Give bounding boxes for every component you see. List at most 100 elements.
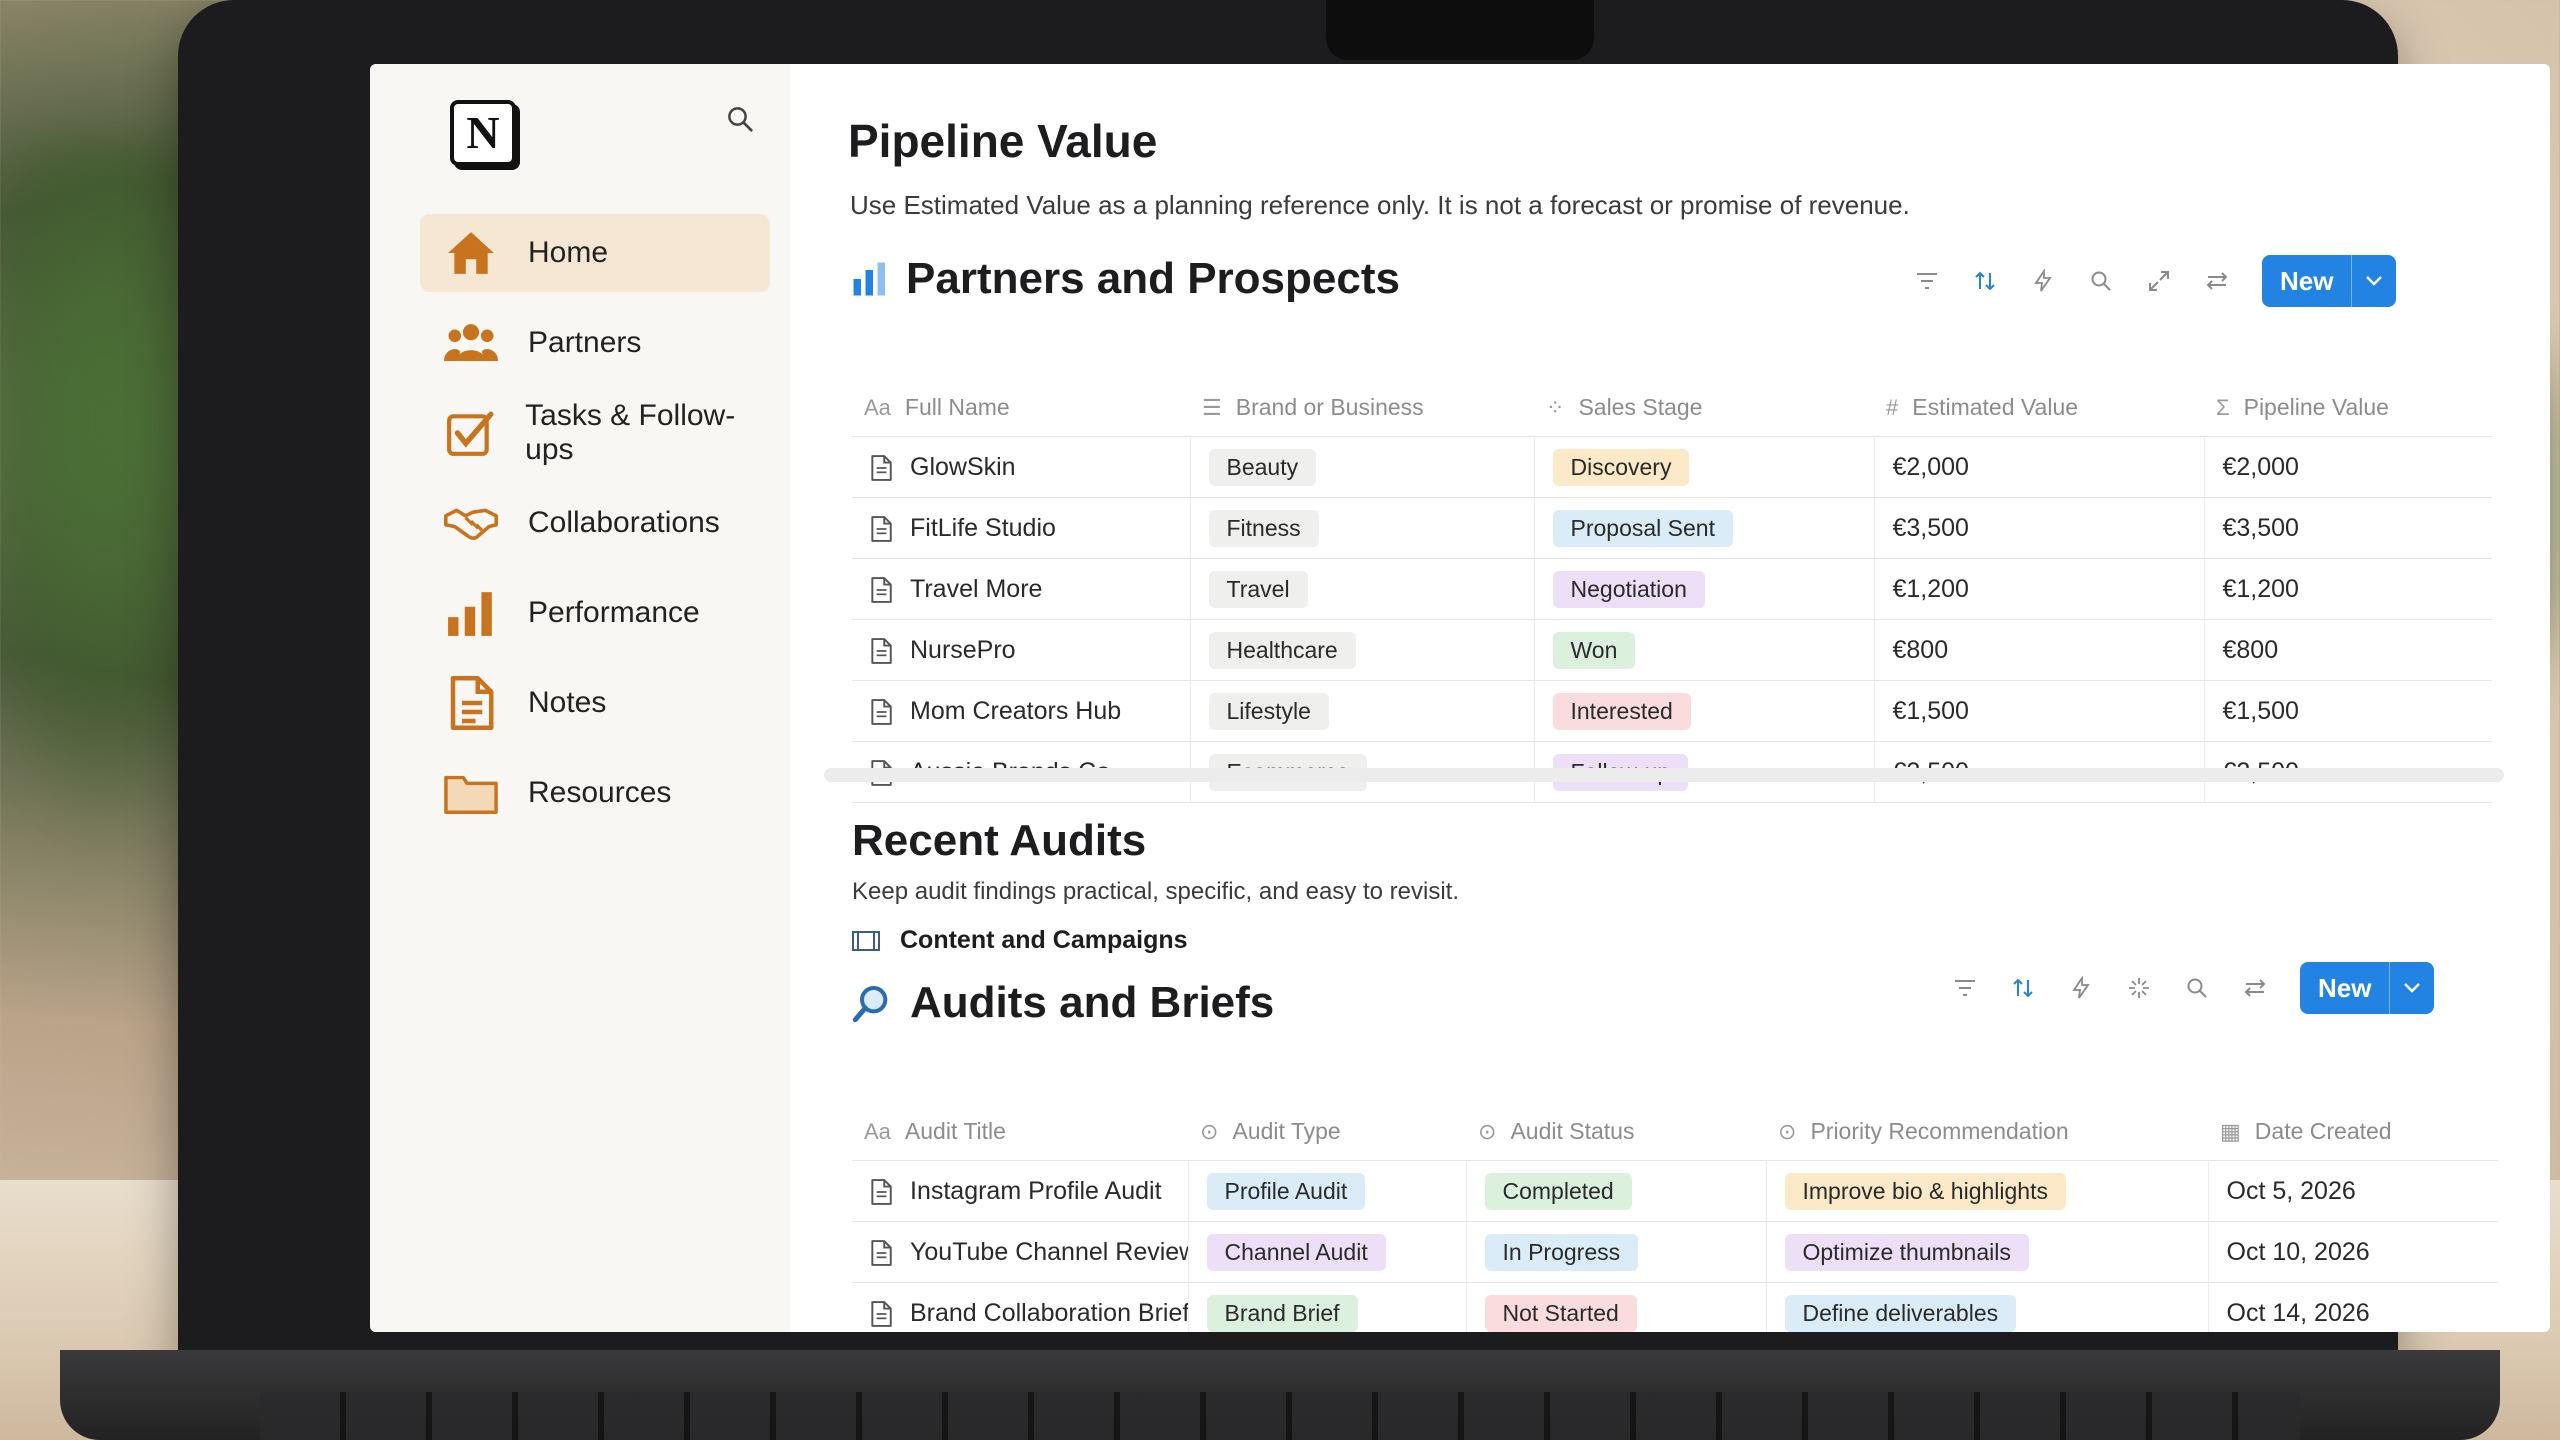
column-header-audit-type[interactable]: ⊙ Audit Type bbox=[1188, 1102, 1466, 1161]
sidebar-item-label: Home bbox=[528, 236, 609, 269]
page-icon bbox=[870, 1299, 910, 1327]
brand-tag: Lifestyle bbox=[1208, 692, 1329, 730]
cell-full-name[interactable]: FitLife Studio bbox=[852, 497, 1191, 559]
audits-table: Aa Audit Title ⊙ Audit Type ⊙ Audit Status … bbox=[852, 1102, 2498, 1332]
sidebar-item-tasks[interactable]: Tasks & Follow-ups bbox=[420, 394, 770, 472]
cell-sales-stage[interactable]: Proposal Sent bbox=[1534, 497, 1875, 559]
cell-full-name[interactable]: Travel More bbox=[852, 558, 1191, 620]
cell-priority[interactable]: Define deliverables bbox=[1766, 1282, 2209, 1332]
cell-sales-stage[interactable]: Discovery bbox=[1534, 436, 1875, 498]
table-row[interactable]: Brand Collaboration Brief Brand Brief Not … bbox=[852, 1282, 2498, 1332]
full-name-text: Mom Creators Hub bbox=[910, 696, 1122, 725]
sort-icon[interactable] bbox=[2010, 975, 2036, 1001]
cell-sales-stage[interactable]: Negotiation bbox=[1534, 558, 1875, 620]
search-icon[interactable] bbox=[725, 104, 765, 144]
cell-audit-type[interactable]: Profile Audit bbox=[1188, 1160, 1467, 1222]
cell-estimated-value[interactable]: €1,500 bbox=[1874, 680, 2205, 742]
cell-brand[interactable]: Beauty bbox=[1190, 436, 1535, 498]
new-record-button[interactable]: New bbox=[2262, 255, 2397, 307]
search-icon[interactable] bbox=[2184, 975, 2210, 1001]
chevron-down-icon[interactable] bbox=[2351, 255, 2396, 307]
bar-chart-icon bbox=[852, 261, 888, 297]
table-row[interactable]: Mom Creators Hub Lifestyle Interested €1,50… bbox=[852, 680, 2492, 742]
cell-date-created[interactable]: Oct 5, 2026 bbox=[2208, 1160, 2498, 1222]
table-row[interactable]: Instagram Profile Audit Profile Audit Comp… bbox=[852, 1160, 2498, 1222]
cell-brand[interactable]: Healthcare bbox=[1190, 619, 1535, 681]
page-icon bbox=[870, 636, 910, 664]
table-row[interactable]: NursePro Healthcare Won €800 €800 bbox=[852, 619, 2492, 681]
cell-date-created[interactable]: Oct 10, 2026 bbox=[2208, 1221, 2498, 1283]
column-header-estimated-value[interactable]: # Estimated Value bbox=[1874, 378, 2204, 437]
settings-sliders-icon[interactable] bbox=[2204, 268, 2230, 294]
column-header-priority[interactable]: ⊙ Priority Recommendation bbox=[1766, 1102, 2208, 1161]
audits-database-title[interactable]: Audits and Briefs bbox=[852, 978, 1274, 1028]
cell-sales-stage[interactable]: Interested bbox=[1534, 680, 1875, 742]
column-header-sales-stage[interactable]: ⁘ Sales Stage bbox=[1534, 378, 1874, 437]
linked-page-content-campaigns[interactable]: Content and Campaigns bbox=[852, 926, 1188, 955]
cell-audit-title[interactable]: Brand Collaboration Brief bbox=[852, 1282, 1189, 1332]
sidebar-item-performance[interactable]: Performance bbox=[420, 574, 770, 652]
section-divider bbox=[824, 768, 2504, 782]
sort-icon[interactable] bbox=[1972, 268, 1998, 294]
column-header-full-name[interactable]: Aa Full Name bbox=[852, 378, 1190, 437]
database-title-text: Audits and Briefs bbox=[910, 978, 1275, 1027]
pipeline-value-text: €1,200 bbox=[2222, 574, 2299, 603]
cell-audit-status[interactable]: In Progress bbox=[1466, 1221, 1767, 1283]
sidebar-item-resources[interactable]: Resources bbox=[420, 754, 770, 832]
cell-full-name[interactable]: GlowSkin bbox=[852, 436, 1191, 498]
sidebar-item-label: Notes bbox=[528, 686, 607, 719]
cell-audit-type[interactable]: Brand Brief bbox=[1188, 1282, 1467, 1332]
column-header-audit-title[interactable]: Aa Audit Title bbox=[852, 1102, 1188, 1161]
cell-sales-stage[interactable]: Won bbox=[1534, 619, 1875, 681]
sidebar-item-label: Partners bbox=[528, 326, 642, 359]
cell-estimated-value[interactable]: €800 bbox=[1874, 619, 2205, 681]
ai-sparkle-icon[interactable] bbox=[2126, 975, 2152, 1001]
select-icon: ⊙ bbox=[1200, 1118, 1219, 1144]
sidebar-item-collaborations[interactable]: Collaborations bbox=[420, 484, 770, 562]
notion-logo[interactable]: N bbox=[450, 100, 516, 166]
automation-icon[interactable] bbox=[2068, 975, 2094, 1001]
cell-full-name[interactable]: NursePro bbox=[852, 619, 1191, 681]
column-header-brand[interactable]: ☰ Brand or Business bbox=[1190, 378, 1534, 437]
cell-brand[interactable]: Travel bbox=[1190, 558, 1535, 620]
expand-icon[interactable] bbox=[2146, 268, 2172, 294]
select-icon: ⊙ bbox=[1478, 1118, 1497, 1144]
sidebar-item-partners[interactable]: Partners bbox=[420, 304, 770, 382]
cell-audit-title[interactable]: Instagram Profile Audit bbox=[852, 1160, 1189, 1222]
table-row[interactable]: FitLife Studio Fitness Proposal Sent €3,500… bbox=[852, 497, 2492, 559]
table-row[interactable]: Travel More Travel Negotiation €1,200 €1,200 bbox=[852, 558, 2492, 620]
filter-icon[interactable] bbox=[1914, 268, 1940, 294]
cell-estimated-value[interactable]: €3,500 bbox=[1874, 497, 2205, 559]
cell-audit-type[interactable]: Channel Audit bbox=[1188, 1221, 1467, 1283]
cell-brand[interactable]: Fitness bbox=[1190, 497, 1535, 559]
sidebar-item-notes[interactable]: Notes bbox=[420, 664, 770, 742]
cell-brand[interactable]: Lifestyle bbox=[1190, 680, 1535, 742]
stage-badge: Won bbox=[1552, 631, 1636, 669]
cell-date-created[interactable]: Oct 14, 2026 bbox=[2208, 1282, 2498, 1332]
cell-priority[interactable]: Optimize thumbnails bbox=[1766, 1221, 2209, 1283]
partners-database-title[interactable]: Partners and Prospects bbox=[852, 254, 1400, 304]
keyboard bbox=[260, 1392, 2300, 1440]
cell-audit-title[interactable]: YouTube Channel Review bbox=[852, 1221, 1189, 1283]
filter-icon[interactable] bbox=[1952, 975, 1978, 1001]
estimated-value-text: €1,200 bbox=[1892, 574, 1969, 603]
cell-priority[interactable]: Improve bio & highlights bbox=[1766, 1160, 2209, 1222]
settings-sliders-icon[interactable] bbox=[2242, 975, 2268, 1001]
cell-audit-status[interactable]: Completed bbox=[1466, 1160, 1767, 1222]
cell-full-name[interactable]: Mom Creators Hub bbox=[852, 680, 1191, 742]
table-row[interactable]: YouTube Channel Review Channel Audit In Pr… bbox=[852, 1221, 2498, 1283]
sidebar-item-home[interactable]: Home bbox=[420, 214, 770, 292]
checkbox-icon bbox=[444, 406, 495, 460]
automation-icon[interactable] bbox=[2030, 268, 2056, 294]
column-header-pipeline-value[interactable]: Σ Pipeline Value bbox=[2204, 378, 2492, 437]
column-header-date-created[interactable]: ▦ Date Created bbox=[2208, 1102, 2498, 1161]
cell-estimated-value[interactable]: €1,200 bbox=[1874, 558, 2205, 620]
column-header-audit-status[interactable]: ⊙ Audit Status bbox=[1466, 1102, 1766, 1161]
new-record-button[interactable]: New bbox=[2300, 962, 2435, 1014]
chevron-down-icon[interactable] bbox=[2389, 962, 2434, 1014]
sidebar-nav: Home Partners Tasks & Follow-ups Collabo… bbox=[420, 214, 770, 844]
search-icon[interactable] bbox=[2088, 268, 2114, 294]
cell-audit-status[interactable]: Not Started bbox=[1466, 1282, 1767, 1332]
cell-estimated-value[interactable]: €2,000 bbox=[1874, 436, 2205, 498]
table-row[interactable]: GlowSkin Beauty Discovery €2,000 €2,000 bbox=[852, 436, 2492, 498]
